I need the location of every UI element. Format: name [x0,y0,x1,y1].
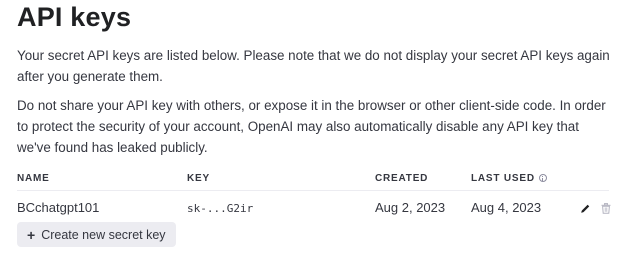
create-button-label: Create new secret key [41,227,166,242]
column-header-key: KEY [187,173,210,184]
key-name-cell: BCchatgpt101 [17,200,100,215]
pencil-icon[interactable] [579,202,591,214]
last-used-date-cell: Aug 4, 2023 [471,200,542,215]
row-actions [579,202,612,214]
table-row: BCchatgpt101 sk-...G2ir Aug 2, 2023 Aug … [17,191,612,219]
info-icon[interactable] [538,174,547,182]
page-title: API keys [17,2,132,32]
api-keys-table: NAME KEY CREATED LAST USED BCchatgpt101 … [17,168,612,219]
intro-paragraph: Your secret API keys are listed below. P… [17,48,610,84]
create-new-secret-key-button[interactable]: + Create new secret key [17,222,176,247]
plus-icon: + [27,226,36,243]
column-header-created: CREATED [375,173,429,184]
column-header-last-used: LAST USED [471,173,547,184]
key-value-cell: sk-...G2ir [187,202,254,215]
security-paragraph: Do not share your API key with others, o… [17,98,606,155]
created-date-cell: Aug 2, 2023 [375,200,446,215]
column-header-name: NAME [17,173,50,184]
table-header: NAME KEY CREATED LAST USED [17,168,609,191]
column-header-last-used-label: LAST USED [471,173,535,184]
trash-icon[interactable] [600,202,612,214]
